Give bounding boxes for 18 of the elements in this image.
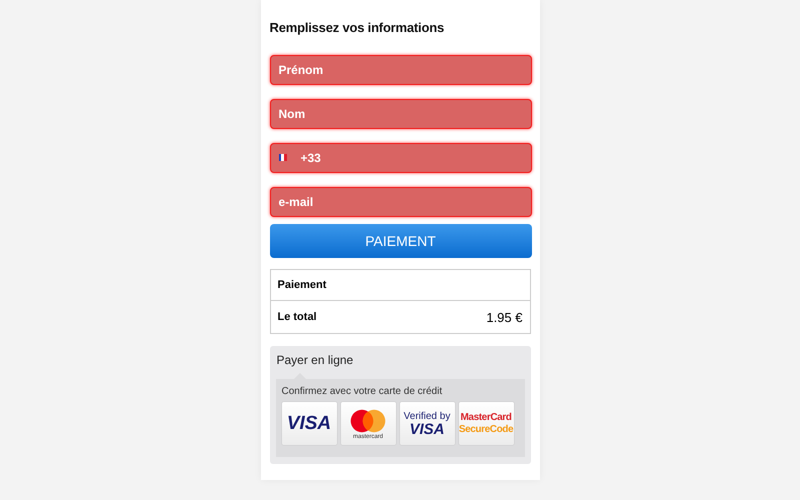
input-field[interactable]: Prénom — [270, 55, 532, 85]
input-field[interactable]: e-mail — [270, 187, 532, 217]
panel-title: Payer en ligne — [276, 353, 354, 367]
circles-icon — [349, 408, 387, 434]
row-label: Le total — [278, 311, 317, 323]
flag-icon — [278, 154, 286, 161]
logo-text: MasterCard — [460, 412, 512, 424]
payment-button[interactable]: PAIEMENT — [270, 224, 532, 258]
prompt-text: Confirmez avec votre carte de crédit — [282, 386, 444, 397]
logo-text: VISA — [409, 422, 444, 436]
row-label: Paiement — [278, 279, 326, 291]
row-value: 1.95 € — [486, 310, 522, 324]
logo-text: SecureCode — [458, 424, 514, 436]
logo-text: Verified by — [404, 410, 450, 422]
logo-text: VISA — [286, 412, 332, 434]
form-title: Remplissez vos informations — [270, 20, 445, 35]
phone-field[interactable]: +33 — [270, 143, 532, 173]
input-field[interactable]: Nom — [270, 99, 532, 129]
